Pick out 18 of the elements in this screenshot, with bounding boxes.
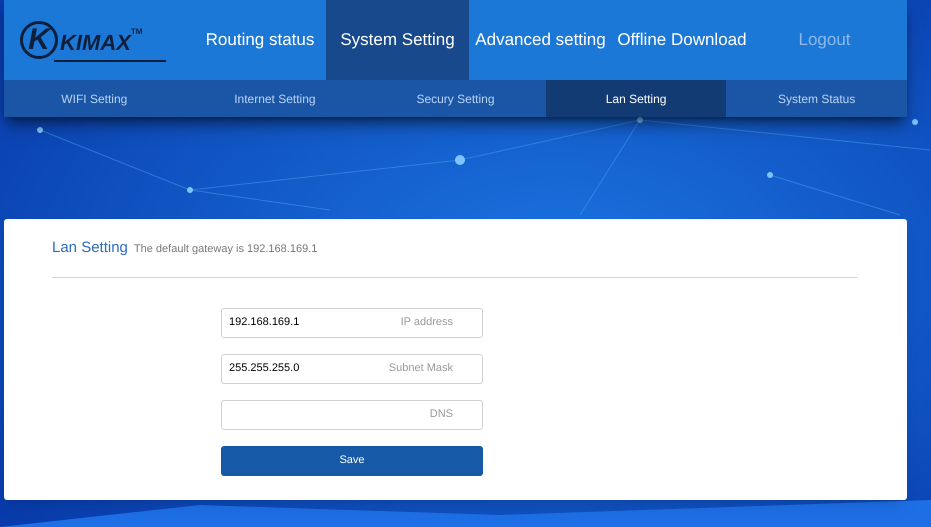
subnav-tab[interactable]: Lan Setting xyxy=(546,80,726,117)
input-field[interactable]: 255.255.255.0 Subnet Mask xyxy=(221,354,483,384)
field-label: DNS xyxy=(430,407,453,422)
nav-tab[interactable]: Routing status xyxy=(194,0,326,80)
panel-title: Lan Setting xyxy=(52,238,128,258)
field-label: Subnet Mask xyxy=(388,361,453,376)
save-button[interactable]: Save xyxy=(221,446,483,476)
nav-tab[interactable]: System Setting xyxy=(326,0,469,80)
subnav-tab[interactable]: Internet Setting xyxy=(184,80,366,117)
nav-tab[interactable]: Advanced setting xyxy=(469,0,612,80)
nav-tab[interactable]: Offline Download xyxy=(612,0,752,80)
field-label: IP address xyxy=(400,315,453,330)
input-field[interactable]: 192.168.169.1 IP address xyxy=(221,308,483,338)
panel-subtitle: The default gateway is 192.168.169.1 xyxy=(134,242,318,257)
input-field[interactable]: DNS xyxy=(221,400,483,430)
subnav-tab[interactable]: Secury Setting xyxy=(365,80,546,117)
subnav-tab[interactable]: System Status xyxy=(726,80,907,117)
subnav-tab[interactable]: WIFI Setting xyxy=(4,80,185,117)
